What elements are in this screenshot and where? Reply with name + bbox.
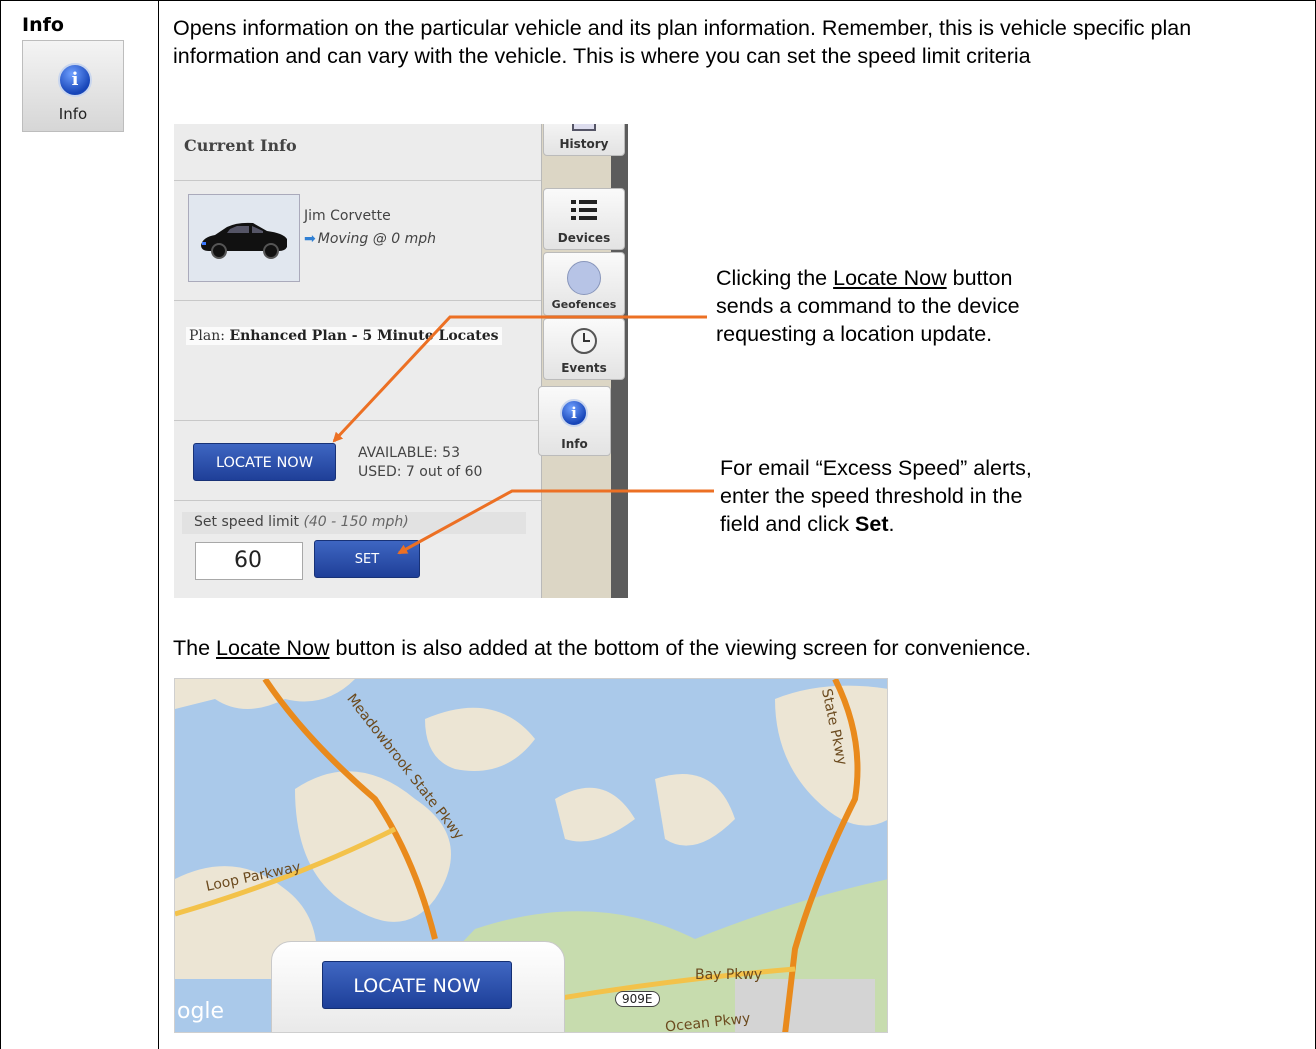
note-text: The <box>173 636 217 660</box>
note-text: button is also added at the bottom of th… <box>329 636 1032 660</box>
bottom-locate-now-button[interactable]: LOCATE NOW <box>322 961 512 1009</box>
note-link-text: Locate Now <box>216 636 330 660</box>
map-label: Bay Pkwy <box>695 967 763 983</box>
map-screenshot: Meadowbrook State Pkwy Loop Parkway Stat… <box>174 678 888 1033</box>
footer-note: The Locate Now button is also added at t… <box>173 634 1303 662</box>
route-shield: 909E <box>615 991 660 1007</box>
map-attribution: ogle <box>177 999 225 1024</box>
locate-arrow <box>332 315 707 443</box>
speed-arrow <box>397 489 714 555</box>
